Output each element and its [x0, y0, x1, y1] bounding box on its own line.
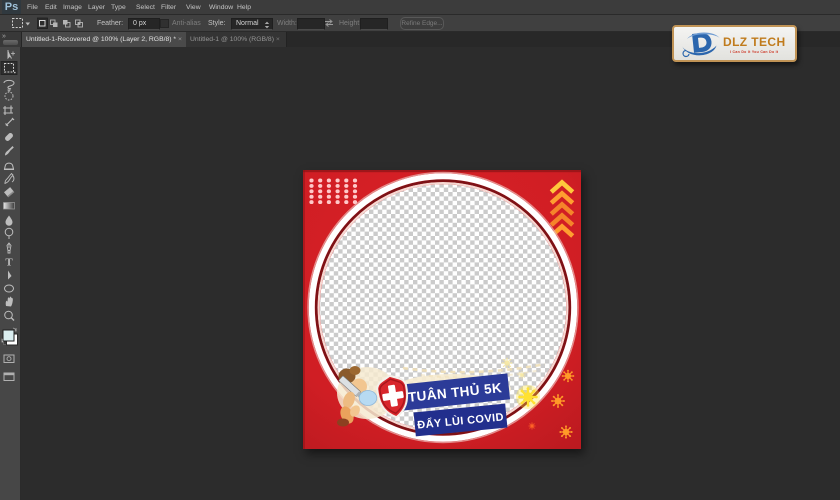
svg-text:T: T	[5, 257, 13, 269]
